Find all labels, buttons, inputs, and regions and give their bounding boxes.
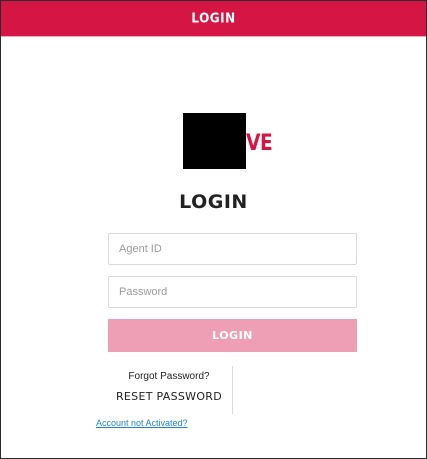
logo-redaction-block (183, 113, 246, 169)
reset-password-link[interactable]: RESET PASSWORD (108, 390, 230, 403)
brand-logo: VE (183, 113, 283, 169)
logo-text: VE (246, 131, 273, 156)
login-screen: LOGIN VE LOGIN LOGIN Forgot Password? RE… (0, 0, 427, 459)
password-input[interactable] (108, 276, 357, 308)
login-button[interactable]: LOGIN (108, 319, 357, 352)
forgot-password-label: Forgot Password? (128, 371, 210, 382)
app-header: LOGIN (1, 1, 426, 37)
header-title: LOGIN (191, 10, 236, 26)
vertical-divider (232, 366, 233, 414)
agent-id-input[interactable] (108, 233, 357, 265)
form-title: LOGIN (179, 191, 248, 213)
account-not-activated-link[interactable]: Account not Activated? (96, 418, 188, 428)
